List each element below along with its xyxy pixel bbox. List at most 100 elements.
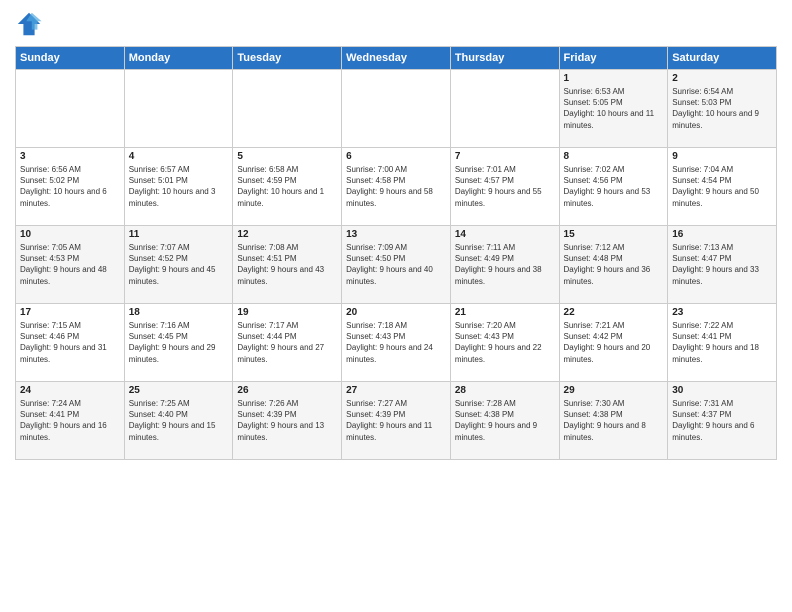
weekday-header: Monday <box>124 47 233 70</box>
day-number: 4 <box>129 151 229 162</box>
calendar-week-row: 1 Sunrise: 6:53 AM Sunset: 5:05 PM Daylig… <box>16 70 777 148</box>
calendar-cell: 10 Sunrise: 7:05 AM Sunset: 4:53 PM Dayli… <box>16 226 125 304</box>
day-info: Sunrise: 7:28 AM Sunset: 4:38 PM Dayligh… <box>455 398 555 443</box>
day-info: Sunrise: 7:00 AM Sunset: 4:58 PM Dayligh… <box>346 164 446 209</box>
calendar-cell <box>342 70 451 148</box>
page-container: SundayMondayTuesdayWednesdayThursdayFrid… <box>0 0 792 465</box>
day-info: Sunrise: 7:13 AM Sunset: 4:47 PM Dayligh… <box>672 242 772 287</box>
day-number: 8 <box>564 151 664 162</box>
calendar-cell: 24 Sunrise: 7:24 AM Sunset: 4:41 PM Dayli… <box>16 382 125 460</box>
day-info: Sunrise: 7:15 AM Sunset: 4:46 PM Dayligh… <box>20 320 120 365</box>
calendar-cell: 14Sunrise: 7:11 AM Sunset: 4:49 PM Dayli… <box>450 226 559 304</box>
day-number: 11 <box>129 229 229 240</box>
day-number: 1 <box>564 73 664 84</box>
day-number: 24 <box>20 385 120 396</box>
calendar-cell: 22 Sunrise: 7:21 AM Sunset: 4:42 PM Dayli… <box>559 304 668 382</box>
day-number: 27 <box>346 385 446 396</box>
calendar-cell: 23 Sunrise: 7:22 AM Sunset: 4:41 PM Dayli… <box>668 304 777 382</box>
day-info: Sunrise: 7:09 AM Sunset: 4:50 PM Dayligh… <box>346 242 446 287</box>
day-info: Sunrise: 7:31 AM Sunset: 4:37 PM Dayligh… <box>672 398 772 443</box>
day-number: 17 <box>20 307 120 318</box>
page-header <box>15 10 777 38</box>
day-info: Sunrise: 6:53 AM Sunset: 5:05 PM Dayligh… <box>564 86 664 131</box>
calendar-week-row: 3 Sunrise: 6:56 AM Sunset: 5:02 PM Daylig… <box>16 148 777 226</box>
day-number: 3 <box>20 151 120 162</box>
day-info: Sunrise: 7:08 AM Sunset: 4:51 PM Dayligh… <box>237 242 337 287</box>
calendar-cell: 4 Sunrise: 6:57 AM Sunset: 5:01 PM Daylig… <box>124 148 233 226</box>
calendar-cell: 20 Sunrise: 7:18 AM Sunset: 4:43 PM Dayli… <box>342 304 451 382</box>
day-number: 10 <box>20 229 120 240</box>
day-number: 7 <box>455 151 555 162</box>
day-number: 9 <box>672 151 772 162</box>
weekday-header: Sunday <box>16 47 125 70</box>
calendar-cell: 6 Sunrise: 7:00 AM Sunset: 4:58 PM Daylig… <box>342 148 451 226</box>
day-info: Sunrise: 6:58 AM Sunset: 4:59 PM Dayligh… <box>237 164 337 209</box>
day-number: 21 <box>455 307 555 318</box>
calendar-cell: 26Sunrise: 7:26 AM Sunset: 4:39 PM Dayli… <box>233 382 342 460</box>
calendar-cell: 28Sunrise: 7:28 AM Sunset: 4:38 PM Dayli… <box>450 382 559 460</box>
day-number: 12 <box>237 229 337 240</box>
calendar-cell: 16 Sunrise: 7:13 AM Sunset: 4:47 PM Dayli… <box>668 226 777 304</box>
logo <box>15 10 47 38</box>
calendar-cell: 17 Sunrise: 7:15 AM Sunset: 4:46 PM Dayli… <box>16 304 125 382</box>
calendar-cell <box>124 70 233 148</box>
day-info: Sunrise: 7:30 AM Sunset: 4:38 PM Dayligh… <box>564 398 664 443</box>
calendar-cell: 7 Sunrise: 7:01 AM Sunset: 4:57 PM Daylig… <box>450 148 559 226</box>
calendar-cell: 12 Sunrise: 7:08 AM Sunset: 4:51 PM Dayli… <box>233 226 342 304</box>
calendar-cell <box>450 70 559 148</box>
day-number: 16 <box>672 229 772 240</box>
weekday-header: Tuesday <box>233 47 342 70</box>
calendar-cell <box>233 70 342 148</box>
day-info: Sunrise: 7:25 AM Sunset: 4:40 PM Dayligh… <box>129 398 229 443</box>
day-info: Sunrise: 7:20 AM Sunset: 4:43 PM Dayligh… <box>455 320 555 365</box>
calendar-cell: 3 Sunrise: 6:56 AM Sunset: 5:02 PM Daylig… <box>16 148 125 226</box>
day-number: 29 <box>564 385 664 396</box>
day-number: 26 <box>237 385 337 396</box>
calendar-cell: 30Sunrise: 7:31 AM Sunset: 4:37 PM Dayli… <box>668 382 777 460</box>
day-info: Sunrise: 7:11 AM Sunset: 4:49 PM Dayligh… <box>455 242 555 287</box>
calendar-cell: 27 Sunrise: 7:27 AM Sunset: 4:39 PM Dayli… <box>342 382 451 460</box>
day-number: 6 <box>346 151 446 162</box>
calendar-cell: 5 Sunrise: 6:58 AM Sunset: 4:59 PM Daylig… <box>233 148 342 226</box>
calendar-cell: 19 Sunrise: 7:17 AM Sunset: 4:44 PM Dayli… <box>233 304 342 382</box>
day-number: 5 <box>237 151 337 162</box>
day-info: Sunrise: 7:22 AM Sunset: 4:41 PM Dayligh… <box>672 320 772 365</box>
day-info: Sunrise: 7:12 AM Sunset: 4:48 PM Dayligh… <box>564 242 664 287</box>
day-number: 25 <box>129 385 229 396</box>
calendar-cell: 29 Sunrise: 7:30 AM Sunset: 4:38 PM Dayli… <box>559 382 668 460</box>
calendar-week-row: 24 Sunrise: 7:24 AM Sunset: 4:41 PM Dayli… <box>16 382 777 460</box>
calendar-cell: 13Sunrise: 7:09 AM Sunset: 4:50 PM Dayli… <box>342 226 451 304</box>
calendar-cell: 2 Sunrise: 6:54 AM Sunset: 5:03 PM Daylig… <box>668 70 777 148</box>
calendar-cell: 1 Sunrise: 6:53 AM Sunset: 5:05 PM Daylig… <box>559 70 668 148</box>
weekday-header: Saturday <box>668 47 777 70</box>
day-number: 20 <box>346 307 446 318</box>
calendar-cell <box>16 70 125 148</box>
day-info: Sunrise: 7:01 AM Sunset: 4:57 PM Dayligh… <box>455 164 555 209</box>
calendar-week-row: 10 Sunrise: 7:05 AM Sunset: 4:53 PM Dayli… <box>16 226 777 304</box>
day-info: Sunrise: 6:54 AM Sunset: 5:03 PM Dayligh… <box>672 86 772 131</box>
day-info: Sunrise: 7:27 AM Sunset: 4:39 PM Dayligh… <box>346 398 446 443</box>
day-info: Sunrise: 6:56 AM Sunset: 5:02 PM Dayligh… <box>20 164 120 209</box>
calendar-cell: 8 Sunrise: 7:02 AM Sunset: 4:56 PM Daylig… <box>559 148 668 226</box>
day-info: Sunrise: 7:17 AM Sunset: 4:44 PM Dayligh… <box>237 320 337 365</box>
day-info: Sunrise: 7:02 AM Sunset: 4:56 PM Dayligh… <box>564 164 664 209</box>
day-number: 22 <box>564 307 664 318</box>
day-number: 23 <box>672 307 772 318</box>
calendar-table: SundayMondayTuesdayWednesdayThursdayFrid… <box>15 46 777 460</box>
weekday-header: Thursday <box>450 47 559 70</box>
calendar-cell: 25 Sunrise: 7:25 AM Sunset: 4:40 PM Dayli… <box>124 382 233 460</box>
day-info: Sunrise: 7:04 AM Sunset: 4:54 PM Dayligh… <box>672 164 772 209</box>
day-info: Sunrise: 7:21 AM Sunset: 4:42 PM Dayligh… <box>564 320 664 365</box>
day-number: 2 <box>672 73 772 84</box>
day-info: Sunrise: 6:57 AM Sunset: 5:01 PM Dayligh… <box>129 164 229 209</box>
day-info: Sunrise: 7:24 AM Sunset: 4:41 PM Dayligh… <box>20 398 120 443</box>
calendar-cell: 15 Sunrise: 7:12 AM Sunset: 4:48 PM Dayli… <box>559 226 668 304</box>
day-info: Sunrise: 7:18 AM Sunset: 4:43 PM Dayligh… <box>346 320 446 365</box>
calendar-cell: 11 Sunrise: 7:07 AM Sunset: 4:52 PM Dayli… <box>124 226 233 304</box>
day-number: 19 <box>237 307 337 318</box>
day-info: Sunrise: 7:05 AM Sunset: 4:53 PM Dayligh… <box>20 242 120 287</box>
logo-icon <box>15 10 43 38</box>
header-row: SundayMondayTuesdayWednesdayThursdayFrid… <box>16 47 777 70</box>
day-info: Sunrise: 7:07 AM Sunset: 4:52 PM Dayligh… <box>129 242 229 287</box>
day-number: 15 <box>564 229 664 240</box>
